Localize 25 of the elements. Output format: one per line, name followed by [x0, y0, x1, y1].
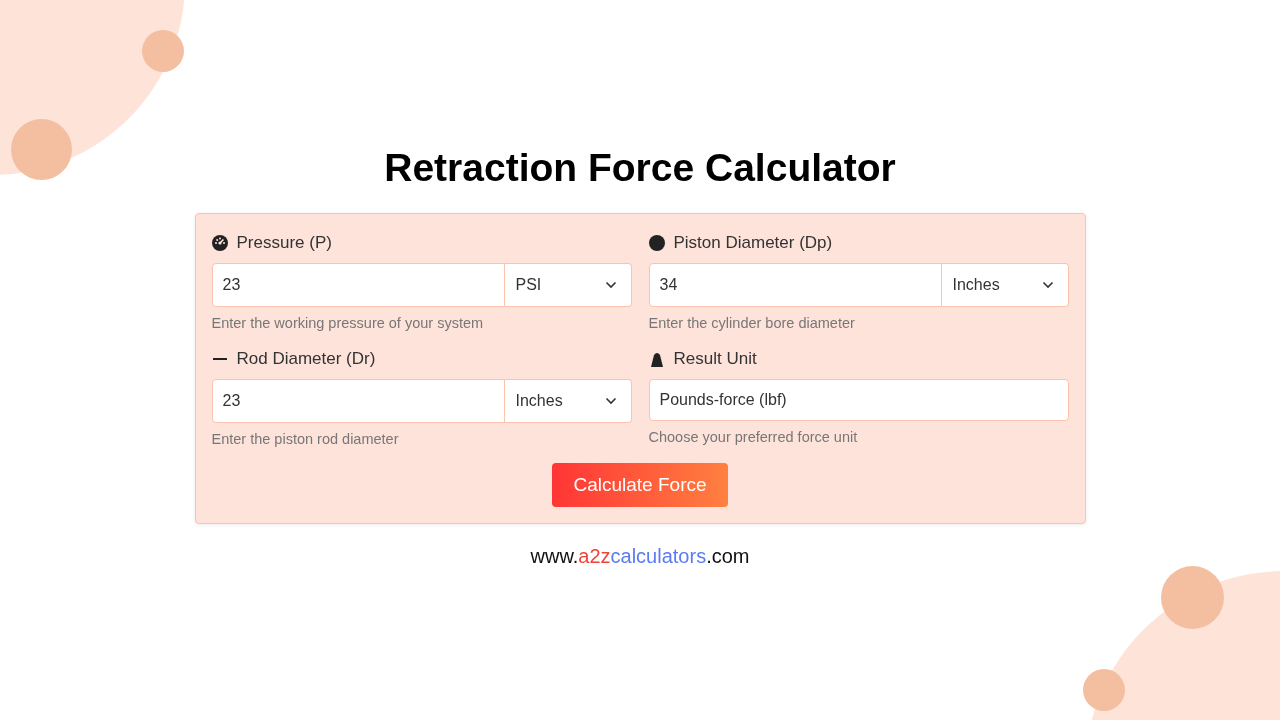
decor-circle	[1083, 669, 1125, 711]
input-field[interactable]: 34	[648, 263, 942, 307]
gauge-icon	[211, 235, 228, 251]
caret-icon	[604, 397, 617, 405]
helper-text: Enter the piston rod diameter	[211, 431, 400, 447]
field-label: Rod Diameter (Dr)	[236, 349, 376, 369]
page-title: Retraction Force Calculator	[384, 145, 896, 191]
unit-dropdown[interactable]: Inches	[941, 263, 1069, 307]
field-label: Result Unit	[673, 349, 757, 369]
caret-icon	[1041, 281, 1054, 289]
input-field[interactable]: 23	[211, 379, 505, 423]
weight-icon	[648, 351, 665, 367]
helper-text: Choose your preferred force unit	[648, 429, 859, 445]
unit-dropdown[interactable]: Pounds-force (lbf)	[648, 379, 1069, 421]
caret-icon	[604, 281, 617, 289]
minus-icon	[212, 358, 227, 360]
circle-icon	[648, 235, 665, 251]
field-label: Piston Diameter (Dp)	[673, 233, 833, 253]
unit-dropdown[interactable]: PSI	[504, 263, 632, 307]
helper-text: Enter the working pressure of your system	[211, 315, 485, 331]
website-url: www.a2zcalculators.com	[530, 545, 750, 568]
field-label: Pressure (P)	[236, 233, 332, 253]
unit-dropdown[interactable]: Inches	[504, 379, 632, 423]
helper-text: Enter the cylinder bore diameter	[648, 315, 856, 331]
input-field[interactable]: 23	[211, 263, 505, 307]
